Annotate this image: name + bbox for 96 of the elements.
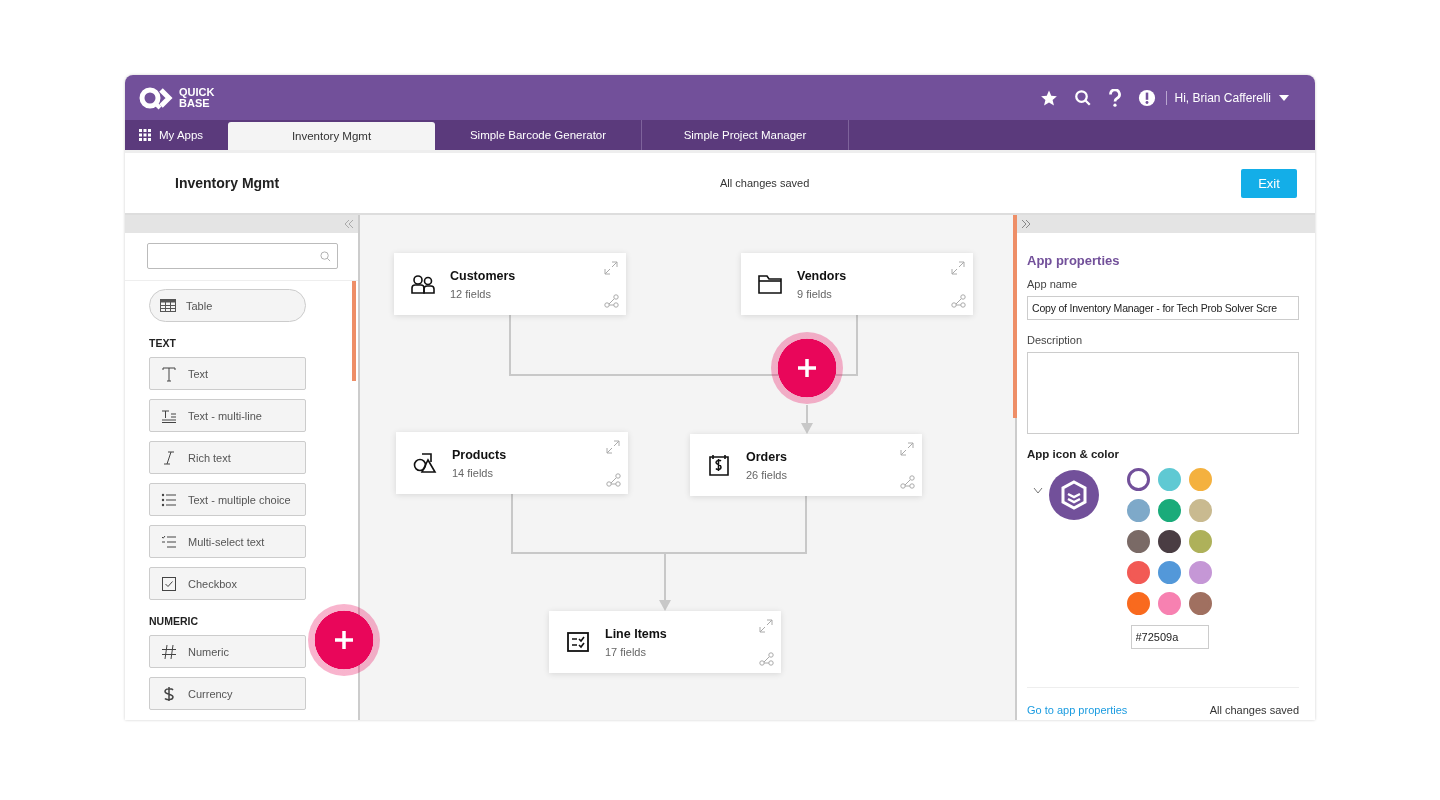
search-icon[interactable]: [1073, 88, 1092, 107]
color-swatch[interactable]: [1189, 530, 1212, 553]
field-type-item[interactable]: Rich text: [149, 441, 306, 474]
shapes-icon: [413, 452, 437, 474]
grid-icon: [139, 129, 151, 141]
connector-arrow: [801, 404, 813, 434]
expand-icon[interactable]: [604, 261, 618, 275]
color-swatch[interactable]: [1127, 530, 1150, 553]
checklist-icon: [567, 632, 589, 652]
hash-icon: [161, 643, 177, 660]
color-swatch[interactable]: [1189, 468, 1212, 491]
relationship-icon[interactable]: [606, 473, 621, 487]
table-name: Customers: [450, 268, 516, 283]
checklist-icon: [161, 533, 177, 550]
app-name-field[interactable]: Copy of Inventory Manager - for Tech Prob Solver Scre: [1027, 296, 1299, 320]
field-type-item[interactable]: Text - multi-line: [149, 399, 306, 432]
hex-color-field[interactable]: #72509a: [1130, 625, 1209, 649]
expand-icon[interactable]: [900, 442, 914, 456]
section-heading: TEXT: [149, 337, 177, 349]
italic-icon: [161, 449, 177, 466]
user-menu[interactable]: Hi, Brian Cafferelli: [1174, 90, 1289, 105]
save-status: All changes saved: [1209, 704, 1299, 716]
app-tab[interactable]: Inventory Mgmt: [228, 122, 435, 150]
app-tab[interactable]: Simple Project Manager: [642, 120, 849, 150]
table-card[interactable]: Orders 26 fields: [690, 434, 922, 496]
alert-icon[interactable]: [1137, 88, 1156, 107]
text-icon: [161, 365, 177, 382]
color-swatch[interactable]: [1189, 592, 1212, 615]
app-tab[interactable]: My Apps: [125, 120, 228, 150]
color-swatch[interactable]: [1158, 561, 1181, 584]
expand-icon[interactable]: [759, 619, 773, 633]
field-type-item[interactable]: Currency: [149, 677, 306, 710]
field-type-item[interactable]: Checkbox: [149, 567, 306, 600]
color-swatch[interactable]: [1127, 499, 1150, 522]
connector-arrow: [659, 552, 671, 611]
color-swatch[interactable]: [1127, 592, 1150, 615]
table-card[interactable]: Products 14 fields: [396, 432, 628, 494]
people-icon: [411, 273, 435, 295]
checkbox-icon: [161, 575, 177, 592]
relationship-icon[interactable]: [759, 652, 774, 666]
relationship-icon[interactable]: [951, 294, 966, 308]
field-count: 26 fields: [746, 468, 787, 481]
description-field[interactable]: [1027, 352, 1299, 434]
logo-text: QUICK BASE: [179, 86, 215, 109]
table-card[interactable]: Customers 12 fields: [394, 253, 626, 315]
color-swatch[interactable]: [1158, 592, 1181, 615]
table-item[interactable]: Table: [149, 289, 306, 322]
relationship-icon[interactable]: [604, 294, 619, 308]
search-icon: [320, 250, 331, 262]
folder-icon: [758, 274, 782, 294]
table-card[interactable]: Line Items 17 fields: [549, 611, 781, 673]
caret-icon: [1279, 94, 1289, 101]
receipt-icon: [708, 454, 730, 476]
field-type-item[interactable]: Multi-select text: [149, 525, 306, 558]
multiline-text-icon: [161, 407, 177, 424]
app-icon[interactable]: [1049, 470, 1099, 520]
table-name: Orders: [746, 449, 787, 464]
color-swatch[interactable]: [1189, 561, 1212, 584]
search-field[interactable]: [147, 243, 338, 269]
table-card[interactable]: Vendors 9 fields: [741, 253, 973, 315]
field-count: 12 fields: [450, 287, 492, 300]
table-name: Vendors: [797, 268, 847, 283]
help-icon[interactable]: [1107, 88, 1122, 107]
field-type-item[interactable]: Text: [149, 357, 306, 390]
scrollbar[interactable]: [352, 281, 356, 381]
app-title: Inventory Mgmt: [175, 175, 281, 191]
plus-icon: [334, 630, 354, 650]
color-swatch[interactable]: [1127, 561, 1150, 584]
color-swatch[interactable]: [1189, 499, 1212, 522]
logo-icon: [139, 85, 175, 110]
color-swatch[interactable]: [1158, 530, 1181, 553]
field-type-item[interactable]: Numeric: [149, 635, 306, 668]
field-type-item[interactable]: Text - multiple choice: [149, 483, 306, 516]
field-label: App icon & color: [1027, 448, 1120, 460]
plus-icon: [797, 358, 817, 378]
table-name: Products: [452, 447, 507, 462]
app-tab[interactable]: Simple Barcode Generator: [435, 120, 642, 150]
expand-icon[interactable]: [606, 440, 620, 454]
color-swatch[interactable]: [1158, 468, 1181, 491]
color-swatch[interactable]: [1127, 468, 1150, 491]
list-icon: [161, 491, 177, 508]
field-count: 14 fields: [452, 466, 494, 479]
table-icon: [160, 299, 176, 312]
expand-icon[interactable]: [951, 261, 965, 275]
color-swatch[interactable]: [1158, 499, 1181, 522]
table-name: Line Items: [605, 626, 667, 641]
save-status: All changes saved: [720, 177, 811, 189]
field-label: App name: [1027, 278, 1079, 290]
field-label: Description: [1027, 334, 1084, 346]
field-count: 9 fields: [797, 287, 833, 300]
chevron-down-icon[interactable]: [1033, 488, 1043, 494]
section-heading: NUMERIC: [149, 615, 199, 627]
relationship-icon[interactable]: [900, 475, 915, 489]
dollar-icon: [163, 685, 175, 702]
field-count: 17 fields: [605, 645, 647, 658]
panel-title: App properties: [1027, 253, 1121, 268]
